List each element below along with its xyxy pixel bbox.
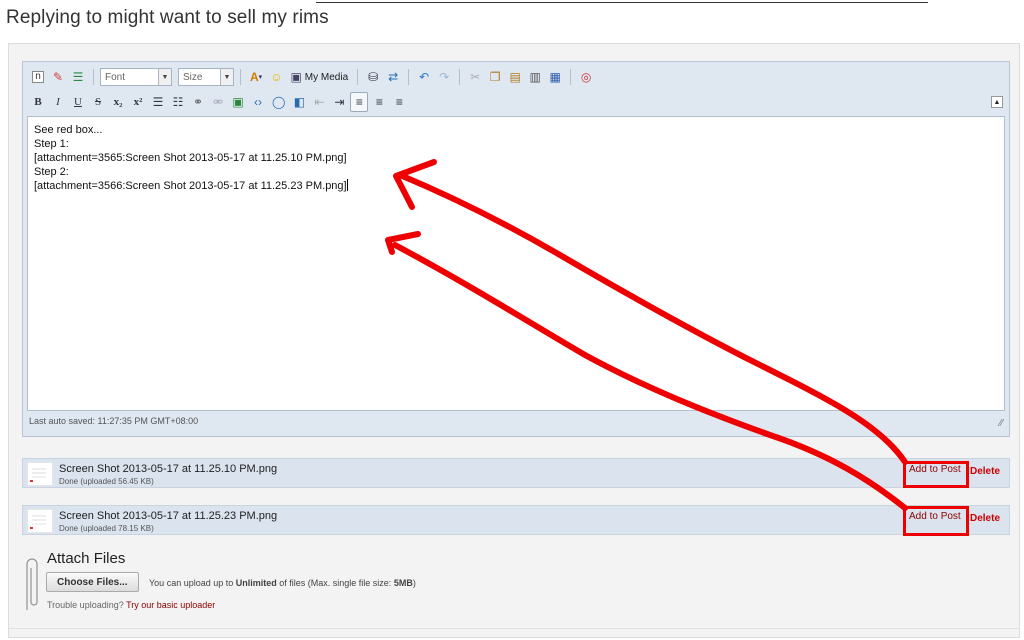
rich-text-editor: n ✎ ☰ Font ▼ Size ▼ A ▾ ☺ ▣ My Media ⛁ ⇄ ↶ ↷…	[22, 61, 1010, 437]
my-media-button[interactable]: ▣ My Media	[287, 67, 351, 87]
choose-files-button[interactable]: Choose Files...	[46, 572, 139, 592]
upload-info-text: You can upload up to	[149, 578, 236, 588]
toolbar-separator	[459, 69, 461, 85]
attach-files-title: Attach Files	[47, 550, 126, 567]
superscript-button[interactable]: x²	[129, 92, 147, 112]
italic-button[interactable]: I	[49, 92, 67, 112]
annotation-box	[903, 461, 969, 488]
size-select[interactable]: Size ▼	[178, 68, 234, 86]
code-icon[interactable]: ‹›	[249, 92, 267, 112]
toolbar-row-1: n ✎ ☰ Font ▼ Size ▼ A ▾ ☺ ▣ My Media ⛁ ⇄ ↶ ↷…	[29, 66, 595, 88]
attachment-name: Screen Shot 2013-05-17 at 11.25.10 PM.pn…	[59, 463, 278, 475]
attachment-name: Screen Shot 2013-05-17 at 11.25.23 PM.pn…	[59, 510, 278, 522]
top-divider	[316, 2, 928, 3]
attach-files-section: Attach Files Choose Files... You can upl…	[22, 550, 622, 616]
upload-info-text: )	[412, 578, 416, 588]
paste-icon[interactable]: ▤	[506, 67, 524, 87]
upload-info-text: of files (Max. single file size:	[276, 578, 394, 588]
paste-word-icon[interactable]: ▦	[546, 67, 564, 87]
chevron-down-icon: ▼	[220, 69, 233, 85]
editor-line-text: [attachment=3566:Screen Shot 2013-05-17 …	[34, 180, 347, 192]
page-title: Replying to might want to sell my rims	[6, 7, 329, 28]
emoticon-icon[interactable]: ☺	[267, 67, 285, 87]
unlink-icon[interactable]: ⚮	[209, 92, 227, 112]
annotation-box	[903, 506, 969, 536]
paperclip-icon	[26, 558, 38, 610]
upload-info-size: 5MB	[393, 578, 413, 588]
attachment-status: Done (uploaded 78.15 KB)	[59, 524, 154, 533]
resize-grip-icon[interactable]: ⁄⁄	[1000, 418, 1003, 429]
numbered-list-icon[interactable]: ☷	[169, 92, 187, 112]
delete-link[interactable]: Delete	[970, 513, 1000, 524]
replace-icon[interactable]: ⇄	[384, 67, 402, 87]
my-media-label: My Media	[304, 71, 349, 83]
attachment-thumbnail	[27, 462, 53, 486]
undo-icon[interactable]: ↶	[415, 67, 433, 87]
basic-uploader-link[interactable]: Try our basic uploader	[126, 600, 215, 610]
text-color-icon[interactable]: A ▾	[247, 67, 265, 87]
align-left-icon[interactable]: ≡	[350, 92, 369, 112]
cut-icon[interactable]: ✂	[466, 67, 484, 87]
outdent-icon[interactable]: ⇤	[310, 92, 328, 112]
toolbar-row-2: B I U S x₂ x² ☰ ☷ ⚭ ⚮ ▣ ‹› ◯ ◧ ⇤ ⇥ ≡ ≡ ≡	[29, 91, 408, 113]
strikethrough-button[interactable]: S	[89, 92, 107, 112]
toolbar-separator	[570, 69, 572, 85]
toolbar-separator	[408, 69, 410, 85]
align-right-icon[interactable]: ≡	[390, 92, 408, 112]
trouble-uploading: Trouble uploading? Try our basic uploade…	[47, 600, 215, 610]
attachment-row: Screen Shot 2013-05-17 at 11.25.23 PM.pn…	[22, 505, 1010, 535]
attachment-thumbnail	[27, 509, 53, 533]
indent-icon[interactable]: ⇥	[330, 92, 348, 112]
editor-line: See red box...	[34, 124, 103, 136]
eraser-icon[interactable]: ✎	[49, 67, 67, 87]
font-select-label: Font	[105, 71, 126, 83]
subscript-button[interactable]: x₂	[109, 92, 127, 112]
trouble-text: Trouble uploading?	[47, 600, 127, 610]
editor-line-last: [attachment=3566:Screen Shot 2013-05-17 …	[34, 179, 998, 193]
underline-button[interactable]: U	[69, 92, 87, 112]
attachment-status: Done (uploaded 56.45 KB)	[59, 477, 154, 486]
image-icon[interactable]: ▣	[229, 92, 247, 112]
text-caret	[346, 179, 348, 191]
paste-text-icon[interactable]: ▥	[526, 67, 544, 87]
copy-icon[interactable]: ❐	[486, 67, 504, 87]
toolbar-separator	[240, 69, 241, 85]
collapse-toolbar-icon[interactable]: ▲	[991, 96, 1003, 108]
upload-info-count: Unlimited	[235, 578, 277, 588]
source-icon[interactable]: n	[29, 67, 47, 87]
bottom-divider	[8, 628, 1020, 629]
quote-icon[interactable]: ◯	[269, 92, 288, 112]
link-icon[interactable]: ⚭	[189, 92, 207, 112]
editor-line: Step 2:	[34, 166, 69, 178]
attachment-row: Screen Shot 2013-05-17 at 11.25.10 PM.pn…	[22, 458, 1010, 488]
size-select-label: Size	[183, 71, 203, 83]
redo-icon[interactable]: ↷	[435, 67, 453, 87]
upload-limit-info: You can upload up to Unlimited of files …	[149, 578, 416, 588]
editor-line: [attachment=3565:Screen Shot 2013-05-17 …	[34, 152, 347, 164]
bold-button[interactable]: B	[29, 92, 47, 112]
chevron-down-icon: ▼	[158, 69, 171, 85]
spellcheck-icon[interactable]: ◎	[577, 67, 595, 87]
toolbar-separator	[93, 69, 94, 85]
autosave-status: Last auto saved: 11:27:35 PM GMT+08:00	[29, 416, 199, 426]
message-textarea[interactable]: See red box... Step 1: [attachment=3565:…	[27, 116, 1005, 411]
delete-link[interactable]: Delete	[970, 466, 1000, 477]
find-icon[interactable]: ⛁	[364, 67, 382, 87]
editor-line: Step 1:	[34, 138, 69, 150]
align-center-icon[interactable]: ≡	[370, 92, 388, 112]
toggle-editor-icon[interactable]: ☰	[69, 67, 87, 87]
spoiler-icon[interactable]: ◧	[290, 92, 308, 112]
bullet-list-icon[interactable]: ☰	[149, 92, 167, 112]
font-select[interactable]: Font ▼	[100, 68, 172, 86]
toolbar-separator	[357, 69, 359, 85]
